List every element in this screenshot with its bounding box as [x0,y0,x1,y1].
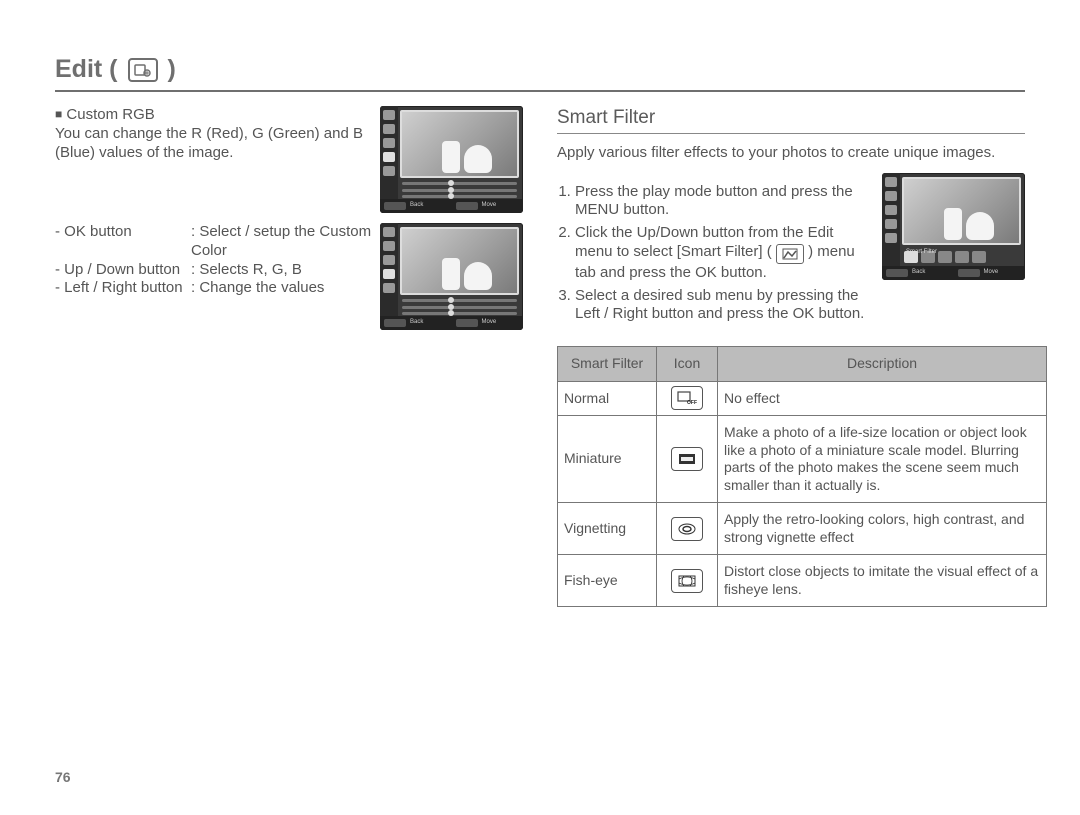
note3-value: : Change the values [191,279,372,298]
note1-value: : Select / setup the Custom Color [191,223,372,261]
screenshot-rgb-preview: Back Move [380,223,523,330]
smart-filter-tab-icon [776,244,804,264]
screen-move: Move [984,269,1026,277]
cell-name: Miniature [558,416,657,503]
th-icon: Icon [657,347,718,382]
screen-move: Move [482,202,524,210]
note3-label: - Left / Right button [55,279,185,298]
cell-desc: No effect [718,381,1047,416]
screen-back: Back [912,269,954,277]
screen-back: Back [410,202,452,210]
fisheye-icon [671,569,703,593]
note2-label: - Up / Down button [55,261,185,280]
smart-filter-intro: Apply various filter effects to your pho… [557,144,1025,163]
normal-off-icon: OFF [671,386,703,410]
page-title: Edit ( ) [55,55,1025,92]
screenshot-rgb-sliders: Back Move [380,106,523,213]
steps-list: Press the play mode button and press the… [557,183,874,325]
table-row: Fish-eye Distort close objects to imitat… [558,555,1047,607]
step-3: Select a desired sub menu by pressing th… [575,287,874,325]
bullet-icon: ■ [55,107,62,121]
smart-filter-table: Smart Filter Icon Description Normal OFF… [557,346,1047,607]
screen-smart-filter-label: Smart Filter [906,249,937,257]
svg-text:OFF: OFF [687,400,697,405]
cell-name: Vignetting [558,503,657,555]
table-row: Miniature Make a photo of a life-size lo… [558,416,1047,503]
screen-move: Move [482,319,524,327]
page-number: 76 [55,769,71,785]
screenshot-smart-filter: Smart Filter Back Move [882,173,1025,280]
smart-filter-heading: Smart Filter [557,106,1025,134]
th-name: Smart Filter [558,347,657,382]
vignette-icon [671,517,703,541]
cell-name: Fish-eye [558,555,657,607]
cell-desc: Make a photo of a life-size location or … [718,416,1047,503]
cell-desc: Distort close objects to imitate the vis… [718,555,1047,607]
table-row: Normal OFF No effect [558,381,1047,416]
heading-close: ) [168,55,176,84]
note1-label: - OK button [55,223,185,261]
custom-rgb-title: Custom RGB [66,106,154,123]
step-1: Press the play mode button and press the… [575,183,874,221]
cell-name: Normal [558,381,657,416]
th-desc: Description [718,347,1047,382]
cell-desc: Apply the retro-looking colors, high con… [718,503,1047,555]
miniature-icon [671,447,703,471]
right-column: Smart Filter Apply various filter effect… [557,106,1025,607]
note2-value: : Selects R, G, B [191,261,372,280]
custom-rgb-desc: You can change the R (Red), G (Green) an… [55,125,363,161]
heading-text: Edit ( [55,55,118,84]
table-row: Vignetting Apply the retro-looking color… [558,503,1047,555]
step-2: Click the Up/Down button from the Edit m… [575,224,874,283]
edit-icon [128,58,158,82]
screen-back: Back [410,319,452,327]
left-column: ■ Custom RGB You can change the R (Red),… [55,106,523,607]
